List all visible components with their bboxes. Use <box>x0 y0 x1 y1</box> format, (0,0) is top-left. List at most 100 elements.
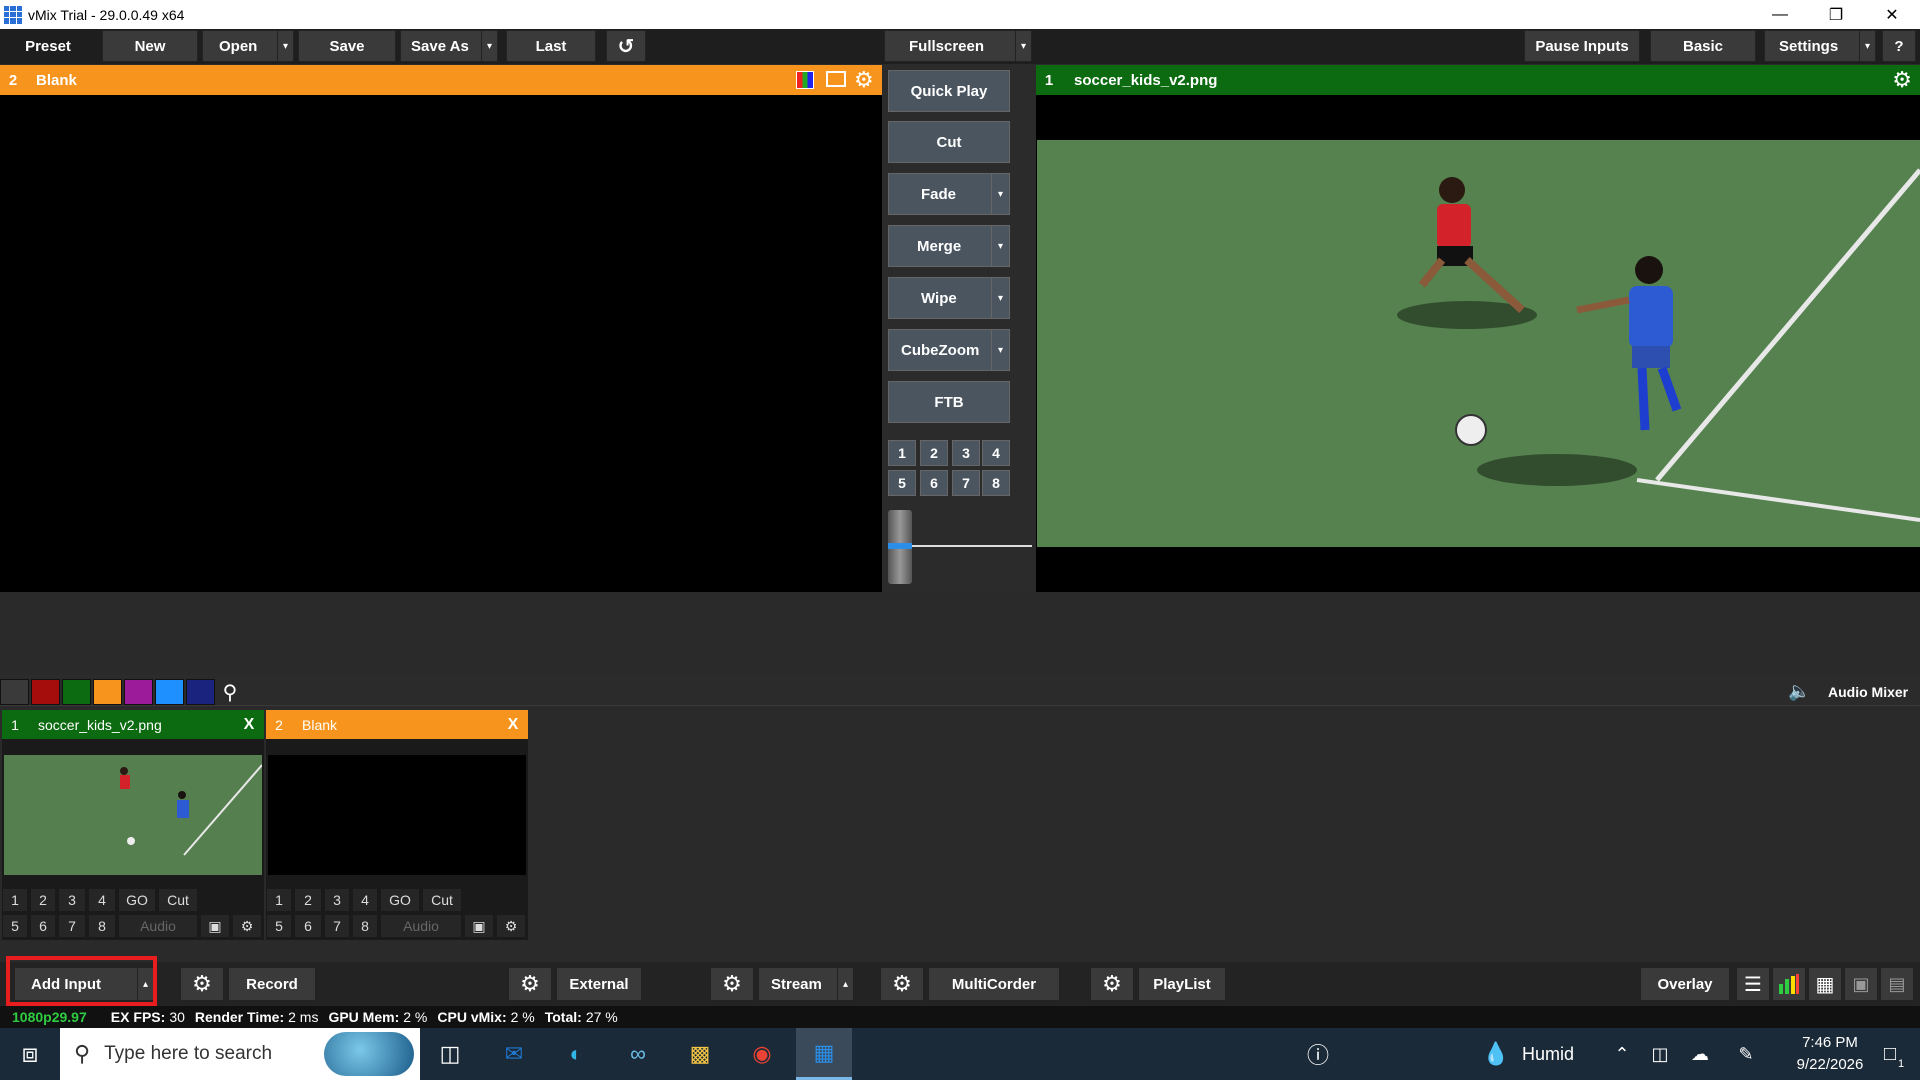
ftb-button[interactable]: FTB <box>888 381 1010 423</box>
input2-overlay-5[interactable]: 5 <box>266 914 292 938</box>
network-off-icon[interactable]: ☁ <box>1680 1036 1720 1072</box>
fade-dropdown-caret[interactable]: ▾ <box>991 174 1009 214</box>
stream-dropdown-caret[interactable]: ▴ <box>837 968 853 1000</box>
record-button[interactable]: Record <box>228 967 316 1001</box>
external-button[interactable]: External <box>556 967 642 1001</box>
input1-overlay-3[interactable]: 3 <box>58 888 86 912</box>
close-window-button[interactable]: ✕ <box>1864 0 1920 29</box>
color-filter-4[interactable] <box>93 679 122 705</box>
open-dropdown-caret[interactable]: ▾ <box>277 31 293 61</box>
weather-text[interactable]: Humid <box>1522 1044 1574 1065</box>
input-thumbnail-1[interactable] <box>4 755 262 875</box>
preview-settings-gear-icon[interactable]: ⚙ <box>854 67 874 93</box>
chrome-icon[interactable]: ◉ <box>742 1036 782 1072</box>
color-filter-6[interactable] <box>155 679 184 705</box>
input1-cut-button[interactable]: Cut <box>158 888 198 912</box>
color-filter-2[interactable] <box>31 679 60 705</box>
search-icon[interactable]: ⚲ <box>216 679 244 705</box>
multicorder-settings-gear-icon[interactable]: ⚙ <box>880 967 924 1001</box>
input2-overlay-1[interactable]: 1 <box>266 888 292 912</box>
wipe-dropdown-caret[interactable]: ▾ <box>991 278 1009 318</box>
restore-button[interactable]: ❐ <box>1808 0 1864 29</box>
input2-go-button[interactable]: GO <box>380 888 420 912</box>
quick-transition-5[interactable]: 5 <box>888 470 916 496</box>
quick-transition-7[interactable]: 7 <box>952 470 980 496</box>
color-picker-icon[interactable] <box>796 71 814 89</box>
help-circle-icon[interactable]: ⓘ <box>1298 1036 1338 1072</box>
infinity-app-icon[interactable]: ∞ <box>618 1036 658 1072</box>
color-filter-3[interactable] <box>62 679 91 705</box>
input2-overlay-3[interactable]: 3 <box>324 888 350 912</box>
pen-icon[interactable]: ✎ <box>1726 1036 1766 1072</box>
multicorder-button[interactable]: MultiCorder <box>928 967 1060 1001</box>
overlay-button[interactable]: Overlay <box>1640 967 1730 1001</box>
input-close-2[interactable]: X <box>498 710 528 739</box>
cubezoom-button[interactable]: CubeZoom ▾ <box>888 329 1010 371</box>
file-explorer-icon[interactable]: ▩ <box>680 1036 720 1072</box>
basic-button[interactable]: Basic <box>1650 30 1756 62</box>
input2-audio-button[interactable]: Audio <box>380 914 462 938</box>
input1-overlay-8[interactable]: 8 <box>88 914 116 938</box>
quick-transition-4[interactable]: 4 <box>982 440 1010 466</box>
input1-overlay-7[interactable]: 7 <box>58 914 86 938</box>
color-filter-1[interactable] <box>0 679 29 705</box>
last-button[interactable]: Last <box>506 30 596 62</box>
vmix-taskbar-icon[interactable]: ▦ <box>796 1028 852 1080</box>
wipe-button[interactable]: Wipe ▾ <box>888 277 1010 319</box>
fade-button[interactable]: Fade ▾ <box>888 173 1010 215</box>
color-filter-7[interactable] <box>186 679 215 705</box>
quick-transition-1[interactable]: 1 <box>888 440 916 466</box>
settings-dropdown-caret[interactable]: ▾ <box>1859 31 1875 61</box>
lock-icon[interactable]: ▤ <box>1880 967 1914 1001</box>
minimize-button[interactable]: — <box>1752 0 1808 29</box>
playlist-button[interactable]: PlayList <box>1138 967 1226 1001</box>
color-filter-5[interactable] <box>124 679 153 705</box>
new-button[interactable]: New <box>102 30 198 62</box>
preset-button[interactable]: Preset <box>0 30 96 62</box>
help-button[interactable]: ? <box>1882 30 1916 62</box>
stream-settings-gear-icon[interactable]: ⚙ <box>710 967 754 1001</box>
external-settings-gear-icon[interactable]: ⚙ <box>508 967 552 1001</box>
output-settings-gear-icon[interactable]: ⚙ <box>1892 67 1912 93</box>
input1-settings-gear-icon[interactable]: ⚙ <box>232 914 262 938</box>
edge-icon[interactable]: ◐ <box>556 1036 596 1072</box>
input2-overlay-7[interactable]: 7 <box>324 914 350 938</box>
input1-overlay-1[interactable]: 1 <box>2 888 28 912</box>
cut-button[interactable]: Cut <box>888 121 1010 163</box>
save-as-dropdown-caret[interactable]: ▾ <box>481 31 497 61</box>
fullscreen-dropdown-caret[interactable]: ▾ <box>1015 31 1031 61</box>
input1-overlay-5[interactable]: 5 <box>2 914 28 938</box>
crop-icon[interactable] <box>826 71 846 87</box>
pause-inputs-button[interactable]: Pause Inputs <box>1524 30 1640 62</box>
quick-transition-2[interactable]: 2 <box>920 440 948 466</box>
outlook-icon[interactable]: ✉ <box>494 1036 534 1072</box>
input-close-1[interactable]: X <box>234 710 264 739</box>
quick-play-button[interactable]: Quick Play <box>888 70 1010 112</box>
input2-settings-gear-icon[interactable]: ⚙ <box>496 914 526 938</box>
merge-button[interactable]: Merge ▾ <box>888 225 1010 267</box>
task-view-icon[interactable]: ◫ <box>430 1036 470 1072</box>
input-thumbnail-2[interactable] <box>268 755 526 875</box>
taskbar-search[interactable]: ⚲ Type here to search <box>60 1028 420 1080</box>
input-header-1[interactable]: 1 soccer_kids_v2.png X <box>2 710 264 739</box>
input-header-2[interactable]: 2 Blank X <box>266 710 528 739</box>
speaker-icon[interactable]: 🔈 <box>1788 681 1814 703</box>
record-settings-gear-icon[interactable]: ⚙ <box>180 967 224 1001</box>
merge-dropdown-caret[interactable]: ▾ <box>991 226 1009 266</box>
input1-audio-button[interactable]: Audio <box>118 914 198 938</box>
input1-overlay-6[interactable]: 6 <box>30 914 56 938</box>
input1-go-button[interactable]: GO <box>118 888 156 912</box>
input2-overlay-2[interactable]: 2 <box>294 888 322 912</box>
open-button[interactable]: Open ▾ <box>202 30 294 62</box>
input1-monitor-icon[interactable]: ▣ <box>200 914 230 938</box>
battery-icon[interactable]: ◫ <box>1640 1036 1680 1072</box>
playlist-settings-gear-icon[interactable]: ⚙ <box>1090 967 1134 1001</box>
audio-mixer-button[interactable]: Audio Mixer <box>1828 684 1908 700</box>
quick-transition-6[interactable]: 6 <box>920 470 948 496</box>
input1-overlay-2[interactable]: 2 <box>30 888 56 912</box>
settings-button[interactable]: Settings ▾ <box>1764 30 1876 62</box>
list-view-icon[interactable]: ☰ <box>1736 967 1770 1001</box>
save-button[interactable]: Save <box>298 30 396 62</box>
weather-drop-icon[interactable]: 💧 <box>1476 1036 1516 1072</box>
input2-cut-button[interactable]: Cut <box>422 888 462 912</box>
